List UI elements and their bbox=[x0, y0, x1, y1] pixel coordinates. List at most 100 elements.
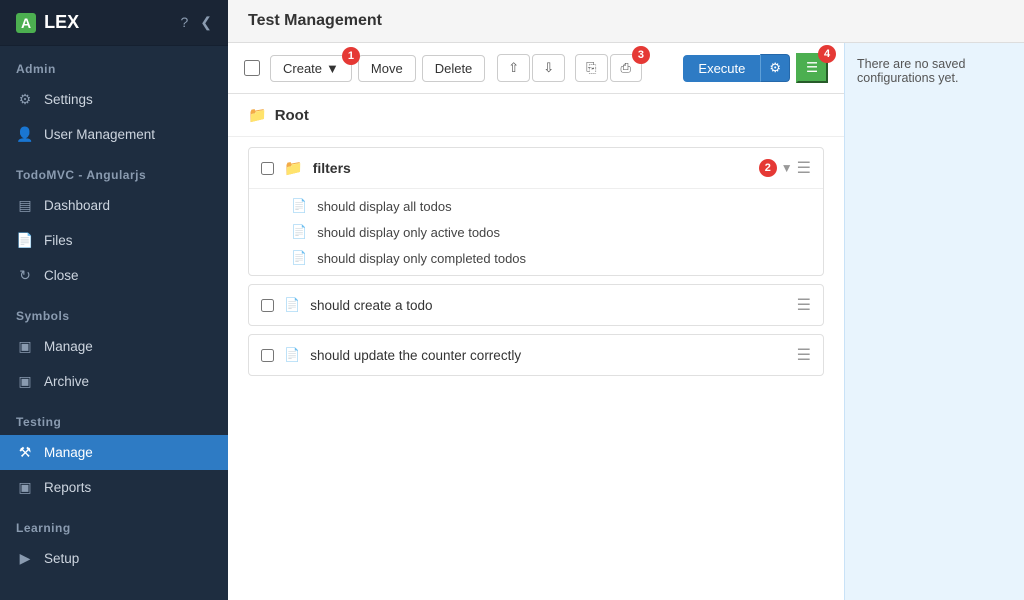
sidebar-logo: A LEX bbox=[16, 12, 79, 33]
symbols-section-label: Symbols bbox=[0, 293, 228, 329]
list-item: 📄 should display only active todos bbox=[249, 219, 823, 245]
side-panel-message: There are no saved configurations yet. bbox=[857, 57, 965, 85]
sidebar-item-reports[interactable]: ▣ Reports bbox=[0, 470, 228, 505]
filters-caret-icon[interactable]: ▼ bbox=[781, 161, 793, 175]
create-todo-name: should create a todo bbox=[310, 298, 786, 313]
toolbar-left: Create ▼ 1 Move Delete ⇧ ⇩ bbox=[244, 54, 677, 82]
setup-icon: ▶ bbox=[16, 550, 34, 567]
admin-section-label: Admin bbox=[0, 46, 228, 82]
sidebar-item-dashboard[interactable]: ▤ Dashboard bbox=[0, 188, 228, 223]
sidebar-item-manage-symbols[interactable]: ▣ Manage bbox=[0, 329, 228, 364]
help-icon[interactable]: ? bbox=[180, 14, 188, 31]
filters-menu-icon[interactable]: ☰ bbox=[797, 158, 811, 178]
sidebar-item-files[interactable]: 📄 Files bbox=[0, 223, 228, 258]
logo-name: LEX bbox=[44, 12, 79, 33]
table-row: 📄 should create a todo ☰ bbox=[248, 284, 824, 326]
root-section: 📁 Root bbox=[228, 94, 844, 137]
files-icon: 📄 bbox=[16, 232, 34, 249]
close-icon: ↻ bbox=[16, 267, 34, 284]
filters-children: 📄 should display all todos 📄 should disp… bbox=[249, 189, 823, 275]
execute-button-group: Execute ⚙ bbox=[683, 54, 790, 82]
download-button[interactable]: ⇩ bbox=[532, 54, 565, 82]
dashboard-icon: ▤ bbox=[16, 197, 34, 214]
child-name-3: should display only completed todos bbox=[317, 251, 526, 266]
list-item: 📄 should display only completed todos bbox=[249, 245, 823, 271]
page-title: Test Management bbox=[228, 0, 1024, 43]
file-icon: 📄 bbox=[284, 297, 300, 313]
sidebar: A LEX ? ❮ Admin ⚙ Settings 👤 User Manage… bbox=[0, 0, 228, 600]
filters-checkbox[interactable] bbox=[261, 162, 274, 175]
file-icon: 📄 bbox=[284, 347, 300, 363]
update-counter-name: should update the counter correctly bbox=[310, 348, 786, 363]
wrench-icon: ⚒ bbox=[16, 444, 34, 461]
testing-section-label: Testing bbox=[0, 399, 228, 435]
sidebar-item-archive[interactable]: ▣ Archive bbox=[0, 364, 228, 399]
manage-testing-label: Manage bbox=[44, 445, 93, 460]
badge-3: 3 bbox=[632, 46, 650, 64]
side-panel: There are no saved configurations yet. bbox=[844, 43, 1024, 600]
create-todo-menu-icon[interactable]: ☰ bbox=[797, 295, 811, 315]
test-list: 📁 filters 2 ▼ ☰ 📄 should display all tod bbox=[228, 137, 844, 386]
toolbar-right: Execute ⚙ ☰ 4 bbox=[683, 53, 828, 83]
toolbar: Create ▼ 1 Move Delete ⇧ ⇩ bbox=[228, 43, 844, 94]
green-button-wrapper: ☰ 4 bbox=[796, 53, 828, 83]
manage-symbols-icon: ▣ bbox=[16, 338, 34, 355]
manage-symbols-label: Manage bbox=[44, 339, 93, 354]
test-group-filters: 📁 filters 2 ▼ ☰ 📄 should display all tod bbox=[248, 147, 824, 276]
copy-button[interactable]: ⎘ bbox=[575, 54, 607, 82]
child-name-2: should display only active todos bbox=[317, 225, 500, 240]
files-label: Files bbox=[44, 233, 73, 248]
create-button-wrapper: Create ▼ 1 bbox=[270, 55, 352, 82]
badge-1: 1 bbox=[342, 47, 360, 65]
create-dropdown-icon: ▼ bbox=[326, 61, 339, 76]
delete-label: Delete bbox=[435, 61, 473, 76]
reports-label: Reports bbox=[44, 480, 91, 495]
badge-4: 4 bbox=[818, 45, 836, 63]
filters-group-actions: 2 ▼ ☰ bbox=[759, 158, 811, 178]
sidebar-item-close[interactable]: ↻ Close bbox=[0, 258, 228, 293]
sidebar-header: A LEX ? ❮ bbox=[0, 0, 228, 46]
delete-button[interactable]: Delete bbox=[422, 55, 486, 82]
archive-icon: ▣ bbox=[16, 373, 34, 390]
learning-section-label: Learning bbox=[0, 505, 228, 541]
execute-button[interactable]: Execute bbox=[683, 55, 760, 82]
select-all-checkbox[interactable] bbox=[244, 60, 260, 76]
content-area: Create ▼ 1 Move Delete ⇧ ⇩ bbox=[228, 43, 844, 600]
move-button[interactable]: Move bbox=[358, 55, 416, 82]
setup-label: Setup bbox=[44, 551, 79, 566]
logo-box: A bbox=[16, 13, 36, 33]
file-icon: 📄 bbox=[291, 224, 307, 240]
upload-button[interactable]: ⇧ bbox=[497, 54, 530, 82]
test-group-header-filters: 📁 filters 2 ▼ ☰ bbox=[249, 148, 823, 189]
create-button[interactable]: Create ▼ bbox=[270, 55, 352, 82]
dashboard-label: Dashboard bbox=[44, 198, 110, 213]
list-item: 📄 should display all todos bbox=[249, 193, 823, 219]
reports-icon: ▣ bbox=[16, 479, 34, 496]
main-body: Create ▼ 1 Move Delete ⇧ ⇩ bbox=[228, 43, 1024, 600]
root-label: Root bbox=[275, 107, 309, 124]
badge-2: 2 bbox=[759, 159, 777, 177]
sidebar-header-icons: ? ❮ bbox=[180, 14, 212, 31]
sidebar-item-setup[interactable]: ▶ Setup bbox=[0, 541, 228, 576]
settings-label: Settings bbox=[44, 92, 93, 107]
collapse-icon[interactable]: ❮ bbox=[200, 14, 212, 31]
folder-icon-filters: 📁 bbox=[284, 159, 303, 177]
create-label: Create bbox=[283, 61, 322, 76]
user-management-label: User Management bbox=[44, 127, 155, 142]
update-counter-menu-icon[interactable]: ☰ bbox=[797, 345, 811, 365]
create-todo-checkbox[interactable] bbox=[261, 299, 274, 312]
filters-group-name: filters bbox=[313, 160, 351, 176]
todomvc-section-label: TodoMVC - Angularjs bbox=[0, 152, 228, 188]
table-row: 📄 should update the counter correctly ☰ bbox=[248, 334, 824, 376]
user-icon: 👤 bbox=[16, 126, 34, 143]
main-content: Test Management Create ▼ 1 Move bbox=[228, 0, 1024, 600]
sidebar-item-user-management[interactable]: 👤 User Management bbox=[0, 117, 228, 152]
move-label: Move bbox=[371, 61, 403, 76]
sidebar-item-settings[interactable]: ⚙ Settings bbox=[0, 82, 228, 117]
close-label: Close bbox=[44, 268, 79, 283]
update-counter-checkbox[interactable] bbox=[261, 349, 274, 362]
execute-settings-button[interactable]: ⚙ bbox=[760, 54, 790, 82]
file-icon: 📄 bbox=[291, 198, 307, 214]
sidebar-item-manage-testing[interactable]: ⚒ Manage bbox=[0, 435, 228, 470]
child-name-1: should display all todos bbox=[317, 199, 451, 214]
